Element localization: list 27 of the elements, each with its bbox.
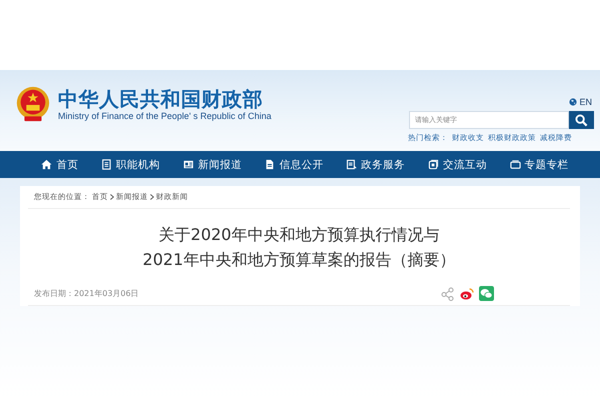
search-icon xyxy=(575,114,588,126)
nav-item[interactable]: 专题专栏 xyxy=(510,158,569,172)
nav-item[interactable]: 职能机构 xyxy=(101,158,160,172)
article-title: 关于2020年中央和地方预算执行情况与 xyxy=(158,224,440,246)
list-icon xyxy=(101,159,112,170)
nav-item[interactable]: 交流互动 xyxy=(428,158,487,172)
article-title: 2021年中央和地方预算草案的报告（摘要） xyxy=(142,249,456,271)
globe-icon xyxy=(569,98,578,106)
document-icon xyxy=(264,159,276,170)
site-subtitle: Ministry of Finance of the People' s Republic of China xyxy=(58,111,272,121)
home-icon xyxy=(41,159,52,170)
search-button[interactable] xyxy=(569,111,594,129)
nav-item[interactable]: 政务服务 xyxy=(346,158,406,172)
publish-date: 发布日期：2021年03月06日 xyxy=(34,288,139,299)
newspaper-icon xyxy=(182,159,194,170)
clipboard-icon xyxy=(346,159,358,170)
site-title: 中华人民共和国财政部 xyxy=(58,87,264,111)
nav-item[interactable]: 新闻报道 xyxy=(182,158,242,172)
nav-item[interactable]: 首页 xyxy=(41,158,78,172)
nav-item[interactable]: 信息公开 xyxy=(264,158,324,172)
folder-icon xyxy=(510,159,521,170)
emblem-icon xyxy=(14,84,52,124)
chevron-icon xyxy=(150,194,154,200)
wechat-icon[interactable] xyxy=(479,286,494,301)
language-link[interactable]: EN xyxy=(569,97,592,107)
weibo-icon[interactable] xyxy=(460,286,474,300)
chevron-icon xyxy=(110,194,114,200)
